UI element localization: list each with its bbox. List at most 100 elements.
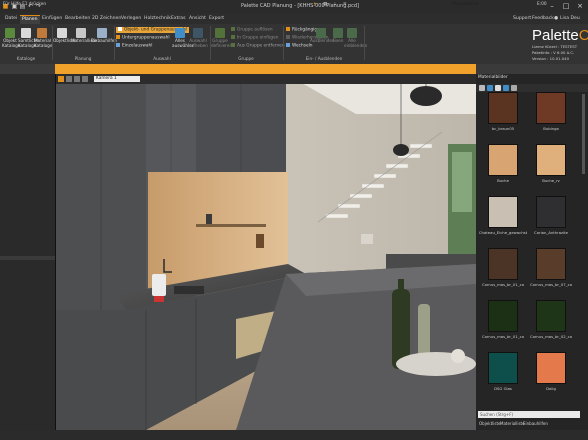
undo-hide-icon [286, 27, 290, 31]
material-label: DSG Glas [494, 386, 512, 391]
info-icon[interactable] [511, 85, 517, 91]
fixen-button[interactable]: Fixen [332, 28, 344, 44]
menu-planen[interactable]: Planen [20, 15, 40, 24]
left-panel-splitter[interactable] [0, 256, 55, 260]
right-panel-header-bg [476, 64, 588, 74]
show-all-icon [347, 28, 357, 38]
3d-viewport[interactable] [56, 74, 476, 430]
material-card[interactable]: Cornus_mas_br_07_co [526, 248, 576, 296]
camera-icon[interactable] [82, 76, 88, 82]
minimize-icon[interactable]: – [545, 2, 559, 11]
tab-einbauhilfen[interactable]: Einbauhilfen [523, 421, 548, 426]
materialliste-button[interactable]: Materialliste [71, 28, 97, 44]
menu-datei[interactable]: Datei [3, 15, 19, 23]
menu-bearbeiten[interactable]: Bearbeiten [63, 15, 92, 23]
material-thumbnail [536, 144, 566, 176]
status-coordinate: E:00 [537, 2, 547, 7]
group-label-gruppe: Gruppe [238, 56, 254, 61]
close-icon[interactable]: × [573, 2, 587, 11]
objekt-kataloge-button[interactable]: Objekt Kataloge [2, 28, 20, 48]
einzelauswahl-option[interactable]: Einzelauswahl [116, 43, 152, 49]
light-icon[interactable] [74, 76, 80, 82]
material-card[interactable]: DSG Glas [478, 352, 528, 400]
samtliche-kataloge-button[interactable]: Samtliche Kataloge [18, 28, 39, 48]
material-card[interactable]: Buche [478, 144, 528, 192]
maximize-icon[interactable]: □ [559, 2, 573, 11]
perspective-icon[interactable] [58, 76, 64, 82]
untergruppenauswahl-option[interactable]: Untergruppenauswahl [116, 35, 170, 41]
material-catalog-icon [37, 28, 47, 38]
restore-icon [286, 35, 290, 39]
material-card[interactable]: Cornus_mas_br_01_co [478, 248, 528, 296]
ribbon-divider [283, 26, 284, 60]
material-card[interactable]: Dolig [526, 352, 576, 400]
material-thumbnail [488, 92, 518, 124]
refresh-icon[interactable] [487, 85, 493, 91]
menu-extras[interactable]: Extras [169, 15, 188, 23]
material-card[interactable]: Corian_Anthrazite [526, 196, 576, 244]
material-thumbnail [488, 248, 518, 280]
add-to-group-icon [231, 35, 235, 39]
render-mode-icon[interactable] [66, 76, 72, 82]
material-card[interactable]: Chateau_Eiche_gewachst [478, 196, 528, 244]
material-view-icon[interactable] [479, 85, 485, 91]
package-info: Paketinfo : V 6.00 A.C. [532, 50, 575, 55]
palettecad-logo: PaletteCAD [532, 27, 588, 44]
aus-gruppe-entfernen-option[interactable]: Aus Gruppe entfernen [231, 43, 285, 49]
tab-materialliste[interactable]: Materialliste [500, 421, 525, 426]
deselect-icon [193, 28, 203, 38]
auswahl-aufheben-button[interactable]: Auswahl aufheben [188, 28, 208, 48]
material-card[interactable]: Cornus_mas_br_01_co [478, 300, 528, 348]
material-card[interactable]: Cornus_mas_br_02_co [526, 300, 576, 348]
material-thumbnail [536, 248, 566, 280]
material-kataloge-button[interactable]: Material Kataloge [34, 28, 52, 48]
material-card[interactable]: bc_braun05 [478, 92, 528, 140]
status-help-text: Für Hilfe F1 drücken [3, 2, 47, 7]
material-label: Cornus_mas_br_07_co [529, 282, 573, 287]
viewport-title: Perspektive [452, 2, 479, 7]
group-label-auswahl: Auswahl [153, 56, 171, 61]
material-thumbnail [536, 92, 566, 124]
material-label: bc_braun05 [491, 126, 515, 131]
ortho-icon[interactable]: ⊥ [333, 2, 337, 7]
menu-export[interactable]: Export [207, 15, 226, 23]
material-card[interactable]: Buche_rv [526, 144, 576, 192]
folder-icon[interactable] [495, 85, 501, 91]
remove-from-group-icon [231, 43, 235, 47]
gruppe-definieren-button[interactable]: Gruppe definieren [211, 28, 232, 48]
alle-einblenden-button[interactable]: Alle einblenden [344, 28, 367, 48]
ausblenden-button[interactable]: Ausblenden [310, 28, 335, 44]
menu-bar: Datei Planen Einfügen Bearbeiten 2D Zeic… [0, 13, 588, 24]
gruppe-aufloesen-option[interactable]: Gruppe auflösen [231, 27, 273, 33]
tab-objektliste[interactable]: Objektliste [479, 421, 500, 426]
group-label-kataloge: Kataloge [16, 56, 36, 61]
material-label: Dolig [546, 386, 556, 391]
in-gruppe-einfuegen-option[interactable]: In Gruppe einfügen [231, 35, 279, 41]
objektliste-button[interactable]: Objektliste [53, 28, 76, 44]
material-card[interactable]: Bubinga [526, 92, 576, 140]
ribbon: Objekt Kataloge Samtliche Kataloge Mater… [0, 24, 588, 64]
material-label: Bubinga [543, 126, 559, 131]
einbauhilfen-button[interactable]: Einbauhilfen [91, 28, 117, 44]
snap-icon[interactable]: ✦ [313, 2, 317, 7]
grid-icon[interactable]: ▦ [323, 2, 327, 7]
object-list-icon [57, 28, 67, 38]
single-select-icon [116, 43, 120, 47]
toggle-icon [286, 43, 290, 47]
menu-verlegen[interactable]: Verlegen [119, 15, 143, 23]
menu-einfuegen[interactable]: Einfügen [40, 15, 64, 23]
menu-user[interactable]: Lisa Deu [558, 15, 582, 23]
left-panel [0, 74, 56, 430]
material-label: Cornus_mas_br_01_co [481, 334, 525, 339]
settings-icon[interactable] [503, 85, 509, 91]
wechseln-option[interactable]: Wechseln [286, 43, 313, 49]
material-label: Buche_rv [542, 178, 560, 183]
camera-select[interactable]: Kamera 1 [94, 76, 140, 82]
ribbon-divider [114, 26, 115, 60]
alles-auswaehlen-button[interactable]: Alles auswählen [172, 28, 194, 48]
layer-icon[interactable]: ≡ [343, 2, 347, 7]
material-search-input[interactable]: Suchen (Strg+F) [478, 411, 580, 418]
title-bar: ■ ▣ ▤ ↶ ↷ Palette CAD Planung - [KHHS-00… [0, 0, 588, 13]
menu-ansicht[interactable]: Ansicht [187, 15, 208, 23]
material-scrollbar[interactable] [582, 94, 585, 174]
